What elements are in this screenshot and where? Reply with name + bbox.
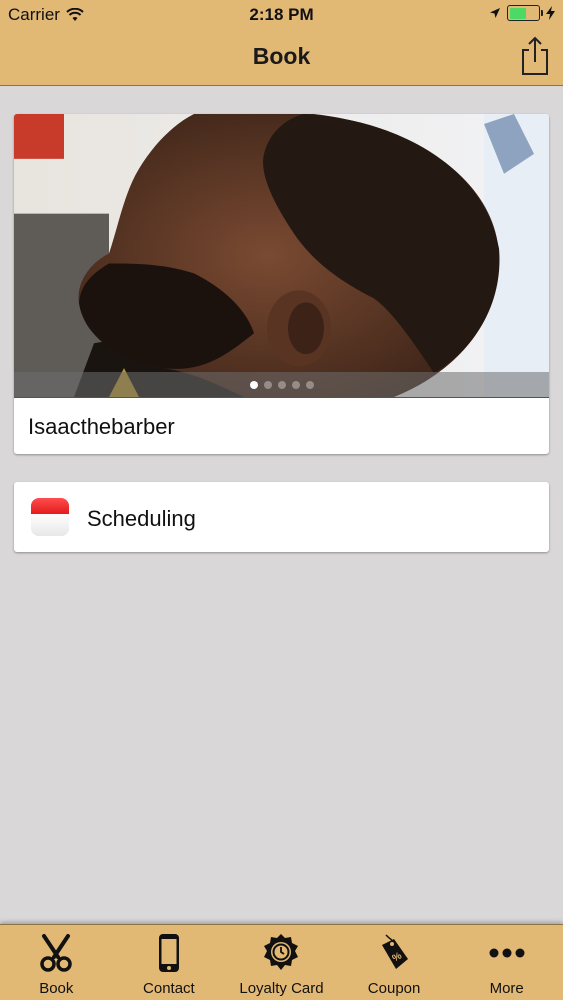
scissors-icon: [40, 934, 73, 972]
tab-label: Loyalty Card: [239, 980, 324, 997]
status-right-group: [489, 5, 555, 21]
page-dot[interactable]: [305, 381, 314, 389]
share-icon[interactable]: [519, 36, 551, 76]
more-dots-icon: [489, 948, 525, 958]
tab-bar: Book Contact Loyalty Card % Coupon More: [0, 924, 563, 1000]
barber-photo[interactable]: [14, 114, 549, 398]
calendar-icon: [31, 498, 69, 536]
scheduling-row[interactable]: Scheduling: [14, 482, 549, 552]
tab-label: Coupon: [367, 980, 421, 997]
tab-label: Contact: [143, 980, 195, 997]
tab-contact[interactable]: Contact: [113, 925, 226, 1000]
phone-icon: [158, 934, 179, 972]
tab-more[interactable]: More: [450, 925, 563, 1000]
status-time: 2:18 PM: [249, 5, 314, 24]
gallery-card[interactable]: Isaacthebarber: [14, 114, 549, 454]
page-indicator[interactable]: [14, 372, 549, 398]
charging-bolt-icon: [546, 6, 555, 20]
tab-coupon[interactable]: % Coupon: [338, 925, 451, 1000]
page-dot[interactable]: [249, 381, 258, 389]
page-dot[interactable]: [291, 381, 300, 389]
status-bar: Carrier 2:18 PM: [0, 0, 563, 30]
tab-label: Book: [39, 980, 74, 997]
gallery-caption: Isaacthebarber: [28, 414, 175, 439]
page-dot[interactable]: [277, 381, 286, 389]
page-dot[interactable]: [263, 381, 272, 389]
scheduling-label: Scheduling: [87, 506, 196, 531]
tab-label: More: [489, 980, 524, 997]
loyalty-badge-icon: [264, 934, 299, 970]
location-arrow-icon: [490, 8, 500, 18]
battery-icon: [507, 5, 543, 21]
tab-book[interactable]: Book: [0, 925, 113, 1000]
nav-bar: Carrier 2:18 PM Book: [0, 0, 563, 86]
coupon-tag-icon: %: [382, 934, 409, 969]
page-title: Book: [252, 43, 311, 69]
tab-loyalty-card[interactable]: Loyalty Card: [225, 925, 338, 1000]
